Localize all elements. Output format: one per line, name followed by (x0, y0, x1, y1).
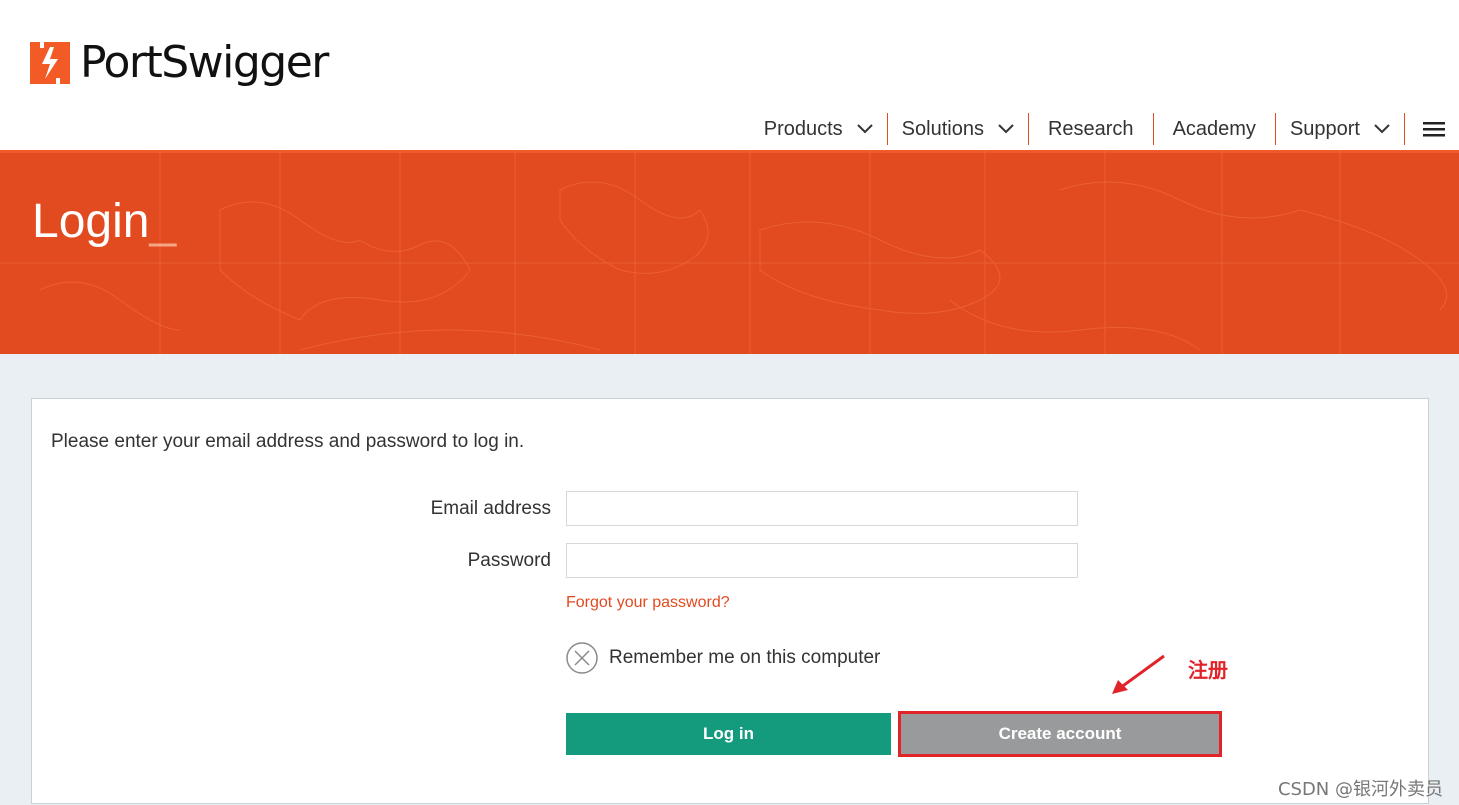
nav-item-solutions[interactable]: Solutions (888, 113, 1029, 145)
nav-item-label: Support (1289, 117, 1360, 140)
page-banner: Login_ (0, 150, 1459, 354)
nav-item-label: Solutions (901, 117, 984, 140)
annotation-arrow-icon (1112, 654, 1165, 694)
nav-item-label: Research (1047, 117, 1134, 140)
annotation-label: 注册 (1188, 658, 1228, 682)
title-cursor: _ (149, 195, 177, 248)
nav-item-academy[interactable]: Academy (1154, 113, 1276, 145)
nav-item-research[interactable]: Research (1029, 113, 1154, 145)
nav-item-support[interactable]: Support (1276, 113, 1405, 145)
world-map-background (0, 150, 1459, 354)
chevron-down-icon (1374, 124, 1390, 134)
portswigger-logo[interactable]: PortSwigger (30, 37, 329, 88)
main-nav: Products Solutions Research Academy Supp… (764, 113, 1459, 145)
nav-item-label: Academy (1172, 117, 1256, 140)
forgot-password-link[interactable]: Forgot your password? (566, 594, 730, 612)
brand-name: PortSwigger (80, 37, 329, 88)
password-label: Password (467, 550, 551, 571)
password-field[interactable] (566, 543, 1078, 578)
page-title-text: Login (32, 195, 150, 248)
watermark: CSDN @银河外卖员 (1277, 779, 1443, 800)
nav-item-products[interactable]: Products (764, 113, 888, 145)
page-title: Login_ (32, 194, 176, 250)
site-header: PortSwigger Products Solutions Research … (0, 0, 1459, 150)
email-field[interactable] (566, 491, 1078, 526)
hamburger-icon (1423, 122, 1445, 137)
hamburger-menu-button[interactable] (1405, 113, 1459, 145)
login-button[interactable]: Log in (566, 713, 891, 755)
chevron-down-icon (998, 124, 1014, 134)
login-intro-text: Please enter your email address and pass… (51, 431, 525, 452)
email-label: Email address (430, 498, 551, 519)
login-card: Please enter your email address and pass… (31, 398, 1429, 804)
chevron-down-icon (856, 124, 873, 134)
nav-item-label: Products (763, 117, 843, 140)
unchecked-circle-icon (566, 642, 598, 674)
create-account-button[interactable]: Create account (898, 711, 1222, 757)
remember-me-label: Remember me on this computer (609, 647, 881, 668)
logo-mark-icon (30, 42, 70, 84)
remember-me-checkbox[interactable]: Remember me on this computer (566, 642, 880, 674)
